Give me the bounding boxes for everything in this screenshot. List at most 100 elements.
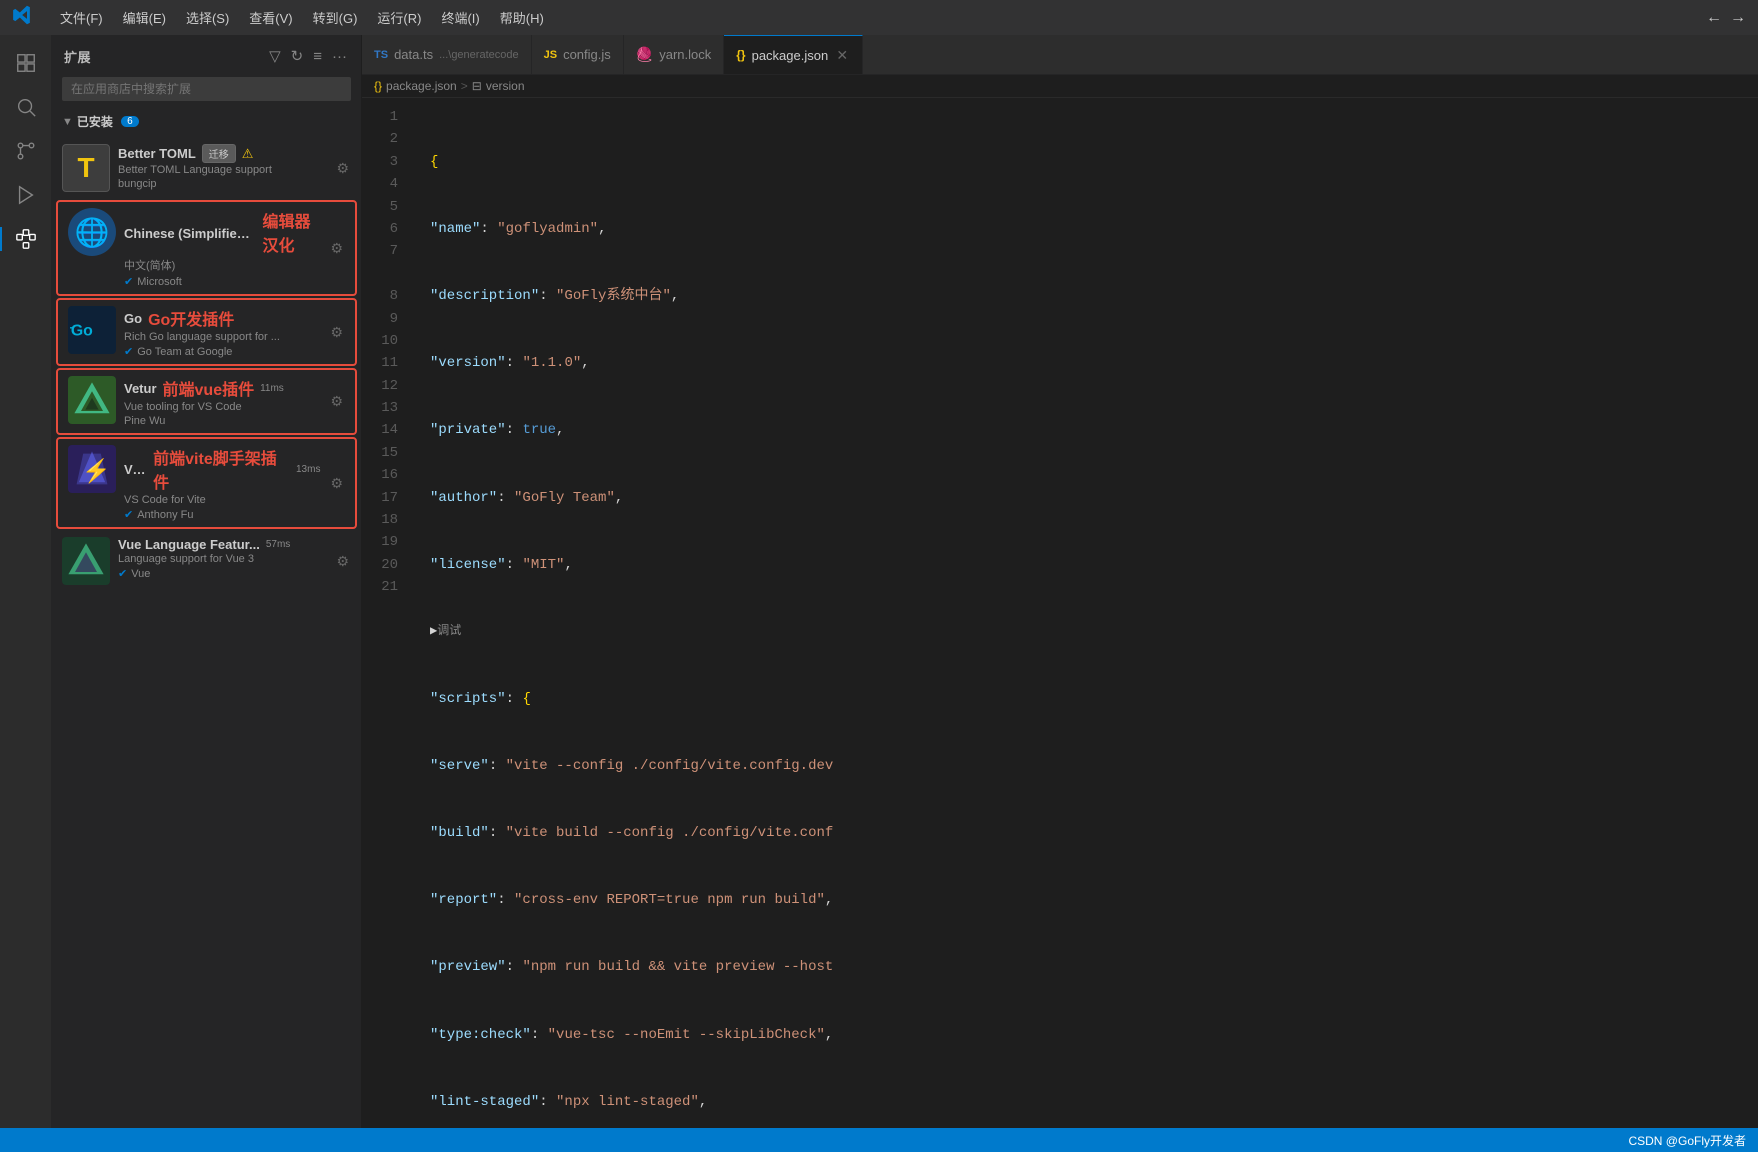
better-toml-migrate-badge[interactable]: 迁移 [202, 144, 236, 163]
nav-buttons: ← → [1706, 9, 1746, 27]
chinese-settings-icon[interactable]: ⚙ [328, 238, 345, 259]
more-icon[interactable]: ··· [330, 46, 349, 67]
better-toml-author: bungcip [118, 178, 157, 190]
go-icon: Go [68, 306, 116, 354]
list-icon[interactable]: ≡ [311, 46, 324, 67]
filter-icon[interactable]: ▽ [267, 45, 283, 67]
package-json-close-icon[interactable]: ✕ [834, 47, 850, 63]
activity-extensions[interactable] [6, 219, 46, 259]
vite-name: Vite [124, 462, 147, 477]
main-layout: 扩展 ▽ ↻ ≡ ··· ▼ 已安装 6 T Better TOML 迁移 [0, 35, 1758, 1128]
extension-item-vite[interactable]: ⚡ Vite 前端vite脚手架插件 13ms VS Code for Vite… [56, 437, 357, 529]
go-settings-icon[interactable]: ⚙ [328, 322, 345, 343]
warning-icon: ⚠ [242, 146, 254, 162]
vite-settings-icon[interactable]: ⚙ [328, 473, 345, 494]
code-line-2: "name": "goflyadmin", [430, 218, 1742, 240]
tab-config-js[interactable]: JS config.js [532, 35, 624, 74]
activity-search[interactable] [6, 87, 46, 127]
vite-verified-icon: ✔ [124, 508, 133, 521]
vetur-annotation: 前端vue插件 [163, 376, 255, 400]
go-desc: Rich Go language support for ... [124, 331, 320, 343]
vite-time: 13ms [296, 464, 320, 475]
code-line-10: "build": "vite build --config ./config/v… [430, 822, 1742, 844]
chinese-info: Chinese (Simplified) (简体中... 编辑器汉化 中文(简体… [124, 208, 320, 288]
menu-goto[interactable]: 转到(G) [305, 6, 366, 29]
menu-file[interactable]: 文件(F) [52, 6, 111, 29]
code-line-8: "scripts": { [430, 688, 1742, 710]
menu-terminal[interactable]: 终端(I) [433, 6, 487, 29]
activity-explorer[interactable] [6, 43, 46, 83]
better-toml-settings-icon[interactable]: ⚙ [334, 158, 351, 179]
installed-chevron: ▼ [62, 116, 73, 128]
vetur-name: Vetur [124, 381, 157, 396]
tab-data-ts[interactable]: TS data.ts ...\generatecode [362, 35, 532, 74]
menu-run[interactable]: 运行(R) [369, 6, 429, 29]
code-line-11: "report": "cross-env REPORT=true npm run… [430, 889, 1742, 911]
sidebar-header: 扩展 ▽ ↻ ≡ ··· [52, 35, 361, 77]
nav-back[interactable]: ← [1706, 9, 1722, 27]
menu-select[interactable]: 选择(S) [178, 6, 237, 29]
vetur-settings-icon[interactable]: ⚙ [328, 391, 345, 412]
code-content[interactable]: { "name": "goflyadmin", "description": "… [414, 98, 1758, 1128]
code-line-5: "private": true, [430, 419, 1742, 441]
vite-author: Anthony Fu [137, 509, 193, 521]
go-annotation: Go开发插件 [148, 306, 234, 330]
go-author: Go Team at Google [137, 346, 232, 358]
vue-language-name: Vue Language Featur... [118, 537, 260, 552]
better-toml-desc: Better TOML Language support [118, 164, 326, 176]
code-line-13: "type:check": "vue-tsc --noEmit --skipLi… [430, 1024, 1742, 1046]
menu-help[interactable]: 帮助(H) [492, 6, 552, 29]
code-line-debug: ▶ 调试 [430, 621, 1742, 643]
tab-package-json[interactable]: {} package.json ✕ [724, 35, 863, 74]
menu-bar[interactable]: 文件(F) 编辑(E) 选择(S) 查看(V) 转到(G) 运行(R) 终端(I… [52, 6, 552, 29]
activity-source-control[interactable] [6, 131, 46, 171]
tab-package-json-label: package.json [752, 48, 829, 63]
vite-icon: ⚡ [68, 445, 116, 493]
svg-text:Go: Go [71, 323, 93, 340]
chinese-author: Microsoft [137, 276, 182, 288]
extension-item-vetur[interactable]: Vetur 前端vue插件 11ms Vue tooling for VS Co… [56, 368, 357, 435]
extension-item-chinese[interactable]: 🌐 Chinese (Simplified) (简体中... 编辑器汉化 中文(… [56, 200, 357, 296]
extension-item-better-toml[interactable]: T Better TOML 迁移 ⚠ Better TOML Language … [52, 138, 361, 198]
breadcrumb-sep: > [461, 79, 468, 93]
extension-search-input[interactable] [62, 77, 351, 101]
activity-bar [0, 35, 52, 1128]
tab-yarn-lock[interactable]: 🧶 yarn.lock [624, 35, 724, 74]
installed-section-header[interactable]: ▼ 已安装 6 [52, 109, 361, 134]
vetur-author: Pine Wu [124, 415, 165, 427]
vue-language-icon [62, 537, 110, 585]
tab-config-js-label: config.js [563, 47, 611, 62]
sidebar-title: 扩展 [64, 47, 91, 66]
breadcrumb-file[interactable]: package.json [386, 79, 457, 93]
go-name: Go [124, 311, 142, 326]
tab-yarn-lock-label: yarn.lock [659, 47, 711, 62]
breadcrumb-node[interactable]: version [486, 79, 525, 93]
vue-language-time: 57ms [266, 539, 290, 550]
tab-bar: TS data.ts ...\generatecode JS config.js… [362, 35, 1758, 75]
title-bar: 文件(F) 编辑(E) 选择(S) 查看(V) 转到(G) 运行(R) 终端(I… [0, 0, 1758, 35]
refresh-icon[interactable]: ↻ [289, 45, 306, 67]
yarn-lock-icon: 🧶 [636, 46, 653, 63]
installed-badge: 6 [121, 116, 139, 127]
better-toml-name: Better TOML [118, 146, 196, 161]
vetur-desc: Vue tooling for VS Code [124, 401, 320, 413]
vue-language-settings-icon[interactable]: ⚙ [334, 551, 351, 572]
code-line-12: "preview": "npm run build && vite previe… [430, 956, 1742, 978]
go-info: Go Go开发插件 Rich Go language support for .… [124, 306, 320, 358]
menu-view[interactable]: 查看(V) [241, 6, 300, 29]
sidebar-actions: ▽ ↻ ≡ ··· [267, 45, 349, 67]
activity-run-debug[interactable] [6, 175, 46, 215]
config-js-icon: JS [544, 49, 557, 61]
extension-item-vue-language[interactable]: Vue Language Featur... 57ms Language sup… [52, 531, 361, 591]
vue-language-author: Vue [131, 568, 150, 580]
code-line-4: "version": "1.1.0", [430, 352, 1742, 374]
vue-language-verified-icon: ✔ [118, 567, 127, 580]
breadcrumb-file-icon: {} [374, 79, 382, 93]
nav-forward[interactable]: → [1730, 9, 1746, 27]
chinese-annotation: 编辑器汉化 [262, 208, 320, 256]
status-text: CSDN @GoFly开发者 [1628, 1132, 1746, 1149]
extension-item-go[interactable]: Go Go Go开发插件 Rich Go language support fo… [56, 298, 357, 366]
menu-edit[interactable]: 编辑(E) [115, 6, 174, 29]
code-editor[interactable]: 1 2 3 4 5 6 7 8 9 10 11 12 13 14 15 16 1… [362, 98, 1758, 1128]
vue-language-info: Vue Language Featur... 57ms Language sup… [118, 537, 326, 580]
